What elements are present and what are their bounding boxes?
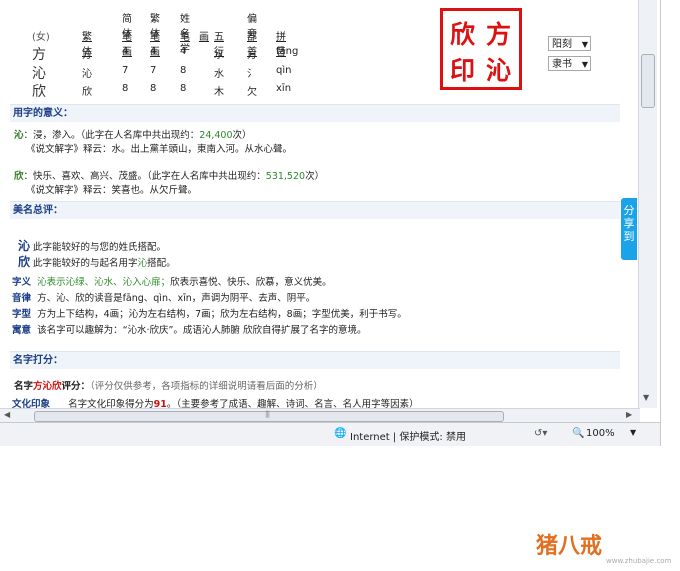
section-overall-title: 美名总评： bbox=[10, 201, 620, 219]
strokes-n-qin: 8 bbox=[180, 65, 187, 76]
char-qin: 沁 bbox=[32, 66, 46, 82]
security-icon[interactable]: ↺▾ bbox=[534, 428, 547, 439]
overall-row-meaning: 字义 沁表示沁绿、沁水、沁入心扉；欣表示喜悦、快乐、欣慕，意义优美。 bbox=[12, 277, 332, 288]
header-strokes-n2: 画 bbox=[199, 32, 209, 43]
seal-char-fang: 方 bbox=[486, 20, 512, 49]
strokes-s-qin: 7 bbox=[122, 65, 129, 76]
watermark-url: www.zhubajie.com bbox=[606, 557, 672, 565]
char-fang: 方 bbox=[32, 47, 46, 63]
overall-row-shape: 字型 方为上下结构，4画；沁为左右结构，7画；欣为左右结构，8画；字型优美，利于… bbox=[12, 309, 407, 320]
chevron-down-icon: ▼ bbox=[581, 40, 588, 49]
zoom-icon: 🔍 bbox=[572, 428, 585, 439]
vertical-scrollbar[interactable]: ▼ bbox=[638, 0, 657, 408]
wuxing-xin: 木 bbox=[214, 87, 224, 98]
section-meaning-title: 用字的意义： bbox=[10, 104, 620, 122]
watermark-logo: 猪八戒 bbox=[536, 533, 603, 559]
seal-char-qin: 沁 bbox=[486, 56, 512, 85]
seal-char-yin: 印 bbox=[450, 56, 476, 85]
status-bar: 🌐 Internet | 保护模式: 禁用 ↺▾ 🔍 100% ▼ bbox=[0, 422, 660, 446]
zone-status[interactable]: Internet | 保护模式: 禁用 bbox=[350, 428, 466, 443]
chevron-down-icon: ▼ bbox=[581, 60, 588, 69]
meaning-qin-line: 沁：浸，渗入。（此字在人名库中共出现约：24,400次） bbox=[14, 130, 252, 141]
scroll-grip-icon: ||| bbox=[265, 410, 270, 418]
pinyin-fang: fāng bbox=[276, 46, 299, 57]
bushou-xin: 欠 bbox=[247, 87, 257, 98]
section-score-title: 名字打分： bbox=[10, 351, 620, 369]
overall-xin-line: 欣 此字能较好的与起名用字沁搭配。 bbox=[18, 255, 176, 269]
strokes-t-qin: 7 bbox=[150, 65, 157, 76]
share-button[interactable]: 分享到 bbox=[621, 198, 637, 260]
pinyin-xin: xīn bbox=[276, 83, 292, 94]
meaning-xin-line: 欣：快乐、喜欢、高兴、茂盛。（此字在人名库中共出现约：531,520次） bbox=[14, 171, 325, 182]
trad-qin: 沁 bbox=[82, 69, 92, 80]
strokes-s-xin: 8 bbox=[122, 83, 129, 94]
seal-char-xin: 欣 bbox=[450, 20, 476, 49]
meaning-xin-shuowen: 《说文解字》释云：笑喜也。从欠斤聲。 bbox=[26, 185, 198, 196]
overall-link-qin[interactable]: 沁 bbox=[138, 258, 148, 269]
page-content: 简体 繁体 姓名学 偏旁 (女) 繁体 笔画 笔画 笔 画 五行 部首 拼音 方… bbox=[10, 0, 620, 408]
char-xin: 欣 bbox=[32, 84, 46, 100]
vertical-scroll-thumb[interactable] bbox=[641, 54, 655, 108]
overall-row-implication: 寓意 该名字可以趣解为：“沁水·欣庆”。成语沁人肺腑 欣欣自得扩展了名字的意境。 bbox=[12, 325, 367, 336]
strokes-s-fang: 4 bbox=[122, 46, 129, 57]
seal-font-value: 隶书 bbox=[552, 59, 572, 70]
seal-style-value: 阳刻 bbox=[552, 39, 572, 50]
horizontal-scrollbar[interactable]: ◀ ||| ▶ bbox=[0, 408, 640, 423]
gender-label: (女) bbox=[32, 32, 50, 43]
strokes-n-fang: 4 bbox=[180, 46, 187, 57]
globe-icon: 🌐 bbox=[334, 428, 347, 439]
strokes-n-xin: 8 bbox=[180, 83, 187, 94]
scroll-right-arrow-icon[interactable]: ▶ bbox=[626, 410, 632, 419]
scroll-left-arrow-icon[interactable]: ◀ bbox=[4, 410, 10, 419]
trad-fang: 方 bbox=[82, 50, 92, 61]
wuxing-qin: 水 bbox=[214, 69, 224, 80]
overall-row-sound: 音律 方、沁、欣的读音是fāng、qìn、xīn，声调为阴平、去声、阴平。 bbox=[12, 293, 316, 304]
score-summary-line: 名字方沁欣评分：（评分仅供参考，各项指标的详细说明请看后面的分析） bbox=[14, 381, 323, 392]
seal-style-select[interactable]: 阳刻 ▼ bbox=[548, 36, 591, 51]
bushou-qin: 氵 bbox=[247, 69, 257, 80]
seal-font-select[interactable]: 隶书 ▼ bbox=[548, 56, 591, 71]
strokes-t-xin: 8 bbox=[150, 83, 157, 94]
trad-xin: 欣 bbox=[82, 87, 92, 98]
overall-qin-line: 沁 此字能较好的与您的姓氏搭配。 bbox=[18, 239, 167, 253]
meaning-qin-shuowen: 《说文解字》释云：水。出上黨羊頭山，東南入河。从水心聲。 bbox=[26, 144, 293, 155]
name-seal-image: 方 沁 欣 印 bbox=[440, 8, 522, 90]
zoom-dropdown-icon[interactable]: ▼ bbox=[630, 428, 636, 437]
header-strokes-n1: 笔 bbox=[180, 32, 190, 43]
share-label: 分享到 bbox=[623, 204, 635, 243]
browser-window: 简体 繁体 姓名学 偏旁 (女) 繁体 笔画 笔画 笔 画 五行 部首 拼音 方… bbox=[0, 0, 661, 446]
wuxing-fang: 水 bbox=[214, 50, 224, 61]
score-culture-line: 文化印象 名字文化印象得分为91。（主要参考了成语、趣解、诗词、名言、名人用字等… bbox=[12, 399, 419, 408]
zoom-level[interactable]: 100% bbox=[586, 428, 615, 439]
strokes-t-fang: 4 bbox=[150, 46, 157, 57]
scroll-down-arrow-icon[interactable]: ▼ bbox=[643, 393, 649, 402]
pinyin-qin: qìn bbox=[276, 65, 292, 76]
bushou-fang: 方 bbox=[247, 50, 257, 61]
